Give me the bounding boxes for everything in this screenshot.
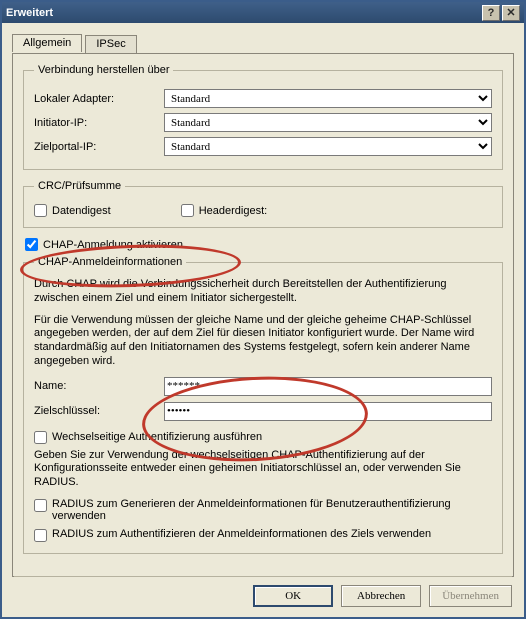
mutual-auth-checkbox-label[interactable]: Wechselseitige Authentifizierung ausführ…	[34, 431, 262, 444]
ok-button[interactable]: OK	[253, 585, 333, 607]
data-digest-checkbox-label[interactable]: Datendigest	[34, 204, 111, 217]
client-area: Allgemein IPSec Verbindung herstellen üb…	[4, 25, 522, 615]
window-title: Erweitert	[6, 7, 53, 19]
header-digest-checkbox[interactable]	[181, 204, 194, 217]
header-digest-checkbox-label[interactable]: Headerdigest:	[181, 204, 268, 217]
dialog-window: Erweitert ? ✕ Allgemein IPSec Verbindung…	[0, 0, 526, 619]
group-connection: Verbindung herstellen über Lokaler Adapt…	[23, 64, 503, 170]
target-portal-ip-combo[interactable]: Standard	[164, 137, 492, 156]
target-portal-ip-label: Zielportal-IP:	[34, 141, 164, 153]
chap-para2: Für die Verwendung müssen der gleiche Na…	[34, 314, 492, 369]
titlebar: Erweitert ? ✕	[2, 2, 524, 23]
radius-generate-checkbox[interactable]	[34, 499, 47, 512]
group-chap-legend: CHAP-Anmeldeinformationen	[34, 256, 186, 268]
tab-panel-general: Verbindung herstellen über Lokaler Adapt…	[12, 53, 514, 577]
radius-generate-checkbox-label[interactable]: RADIUS zum Generieren der Anmeldeinforma…	[34, 498, 472, 522]
group-connection-legend: Verbindung herstellen über	[34, 64, 173, 76]
local-adapter-combo[interactable]: Standard	[164, 89, 492, 108]
mutual-auth-checkbox[interactable]	[34, 431, 47, 444]
initiator-ip-combo[interactable]: Standard	[164, 113, 492, 132]
radius-auth-checkbox-label[interactable]: RADIUS zum Authentifizieren der Anmeldei…	[34, 528, 431, 542]
cancel-button[interactable]: Abbrechen	[341, 585, 421, 607]
mutual-auth-note: Geben Sie zur Verwendung der wechselseit…	[34, 449, 492, 490]
tab-general[interactable]: Allgemein	[12, 34, 82, 52]
chap-para1: Durch CHAP wird die Verbindungssicherhei…	[34, 278, 492, 306]
button-bar: OK Abbrechen Übernehmen	[14, 576, 512, 607]
tabstrip: Allgemein IPSec	[12, 33, 514, 53]
help-button[interactable]: ?	[482, 5, 500, 21]
chap-name-input[interactable]	[164, 377, 492, 396]
local-adapter-label: Lokaler Adapter:	[34, 93, 164, 105]
tab-ipsec[interactable]: IPSec	[85, 35, 136, 53]
data-digest-checkbox[interactable]	[34, 204, 47, 217]
chap-secret-label: Zielschlüssel:	[34, 405, 164, 417]
chap-name-label: Name:	[34, 380, 164, 392]
chap-enable-checkbox[interactable]	[25, 238, 38, 251]
close-button[interactable]: ✕	[502, 5, 520, 21]
group-crc: CRC/Prüfsumme Datendigest Headerdigest:	[23, 180, 503, 228]
chap-enable-checkbox-label[interactable]: CHAP-Anmeldung aktivieren	[25, 238, 183, 251]
group-chap: CHAP-Anmeldeinformationen Durch CHAP wir…	[23, 256, 503, 554]
apply-button: Übernehmen	[429, 585, 512, 607]
initiator-ip-label: Initiator-IP:	[34, 117, 164, 129]
radius-auth-checkbox[interactable]	[34, 529, 47, 542]
group-crc-legend: CRC/Prüfsumme	[34, 180, 125, 192]
chap-secret-input[interactable]	[164, 402, 492, 421]
